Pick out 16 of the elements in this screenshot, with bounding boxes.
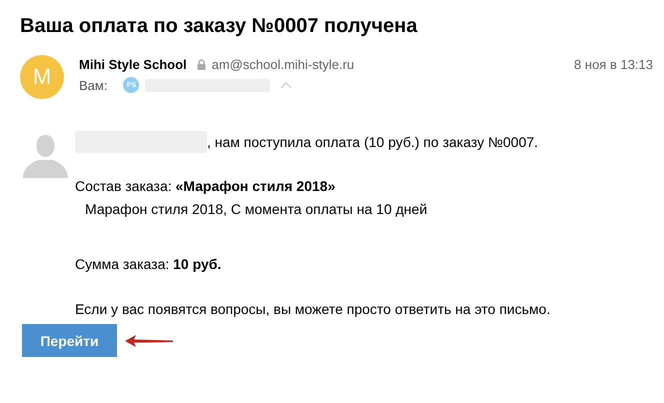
greeting-text: , нам поступила оплата (10 руб.) по заказу №0007. [207,133,538,152]
note-text: Если у вас появятся вопросы, вы можете просто ответить на это письмо. [75,300,550,319]
go-button[interactable]: Перейти [22,324,117,357]
sender-avatar: M [20,55,64,99]
sender-email: am@school.mihi-style.ru [212,57,354,72]
order-text: Состав заказа: «Марафон стиля 2018» [75,177,336,196]
email-subject: Ваша оплата по заказу №0007 получена [19,14,418,38]
order-item-text: Марафон стиля 2018, С момента оплаты на 10 дней [85,200,428,219]
total-text: Сумма заказа: 10 руб. [75,255,222,274]
lock-icon [196,59,206,70]
sender-name: Mihi Style School [79,57,187,72]
email-date: 8 ноя в 13:13 [574,57,653,72]
chevron-up-icon[interactable] [280,82,292,88]
recipients-label: Вам: [79,78,108,92]
arrow-annotation [125,334,175,348]
person-silhouette-icon [23,133,68,178]
